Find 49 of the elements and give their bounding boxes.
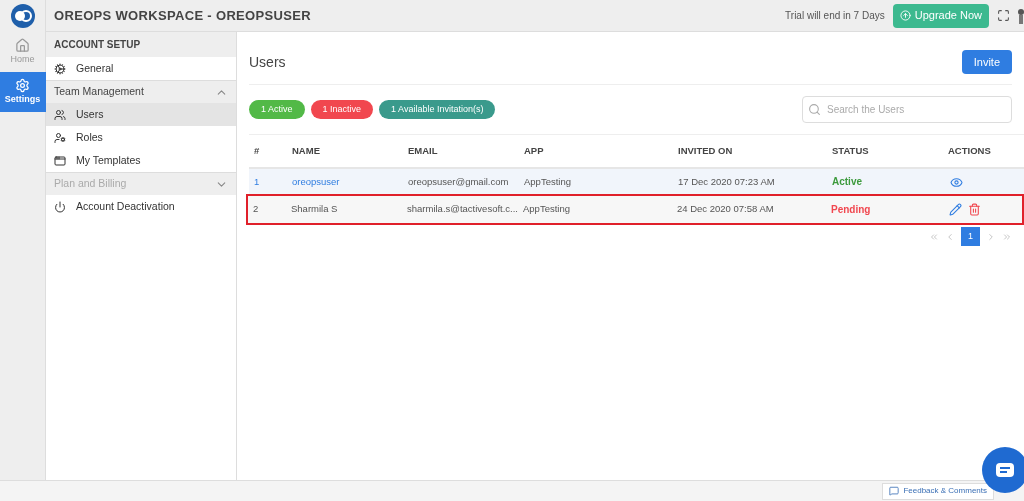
gear-icon [54,62,66,75]
feedback-button[interactable]: Feedback & Comments [882,482,994,500]
table-cell-text: 2 [253,202,260,217]
table-cell-text: AppTesting [523,202,571,217]
count-badge: 1 Inactive [310,99,374,120]
sidebar-heading: ACCOUNT SETUP [46,32,236,57]
trash-icon[interactable] [968,203,981,216]
table-cell-text: 24 Dec 2020 07:58 AM [677,202,775,217]
table-cell-text: sharmila.s@tactivesoft.c... [407,202,519,217]
table-cell-text: oreopsuser@gmail.com [408,174,510,189]
column-header: INVITED ON [678,143,734,158]
count-badge: 1 Active [249,99,305,120]
status-text: Active [832,176,862,188]
sidebar-section[interactable]: Team Management [46,80,236,103]
window-title: OREOPS WORKSPACE - OREOPSUSER [54,6,311,25]
column-header: # [254,143,261,158]
settings-icon [15,77,30,93]
trial-text: Trial will end in 7 Days [785,9,885,23]
pencil-icon[interactable] [949,203,962,216]
status-text: Pending [831,203,871,215]
rail-tab[interactable]: Settings [0,72,46,112]
sidebar-item[interactable]: Users [46,103,236,126]
count-badge: 1 Available Invitation(s) [379,99,496,120]
home-icon [15,37,30,53]
table-cell-text: 17 Dec 2020 07:23 AM [678,174,776,189]
comment-icon [889,486,900,496]
column-header: NAME [292,143,321,158]
name-link[interactable]: Sharmila S [291,202,407,217]
users-icon [54,108,66,121]
name-link[interactable]: oreopsuser [292,174,408,190]
table-cell-text: AppTesting [524,174,572,189]
table-cell-text: 1 [254,174,261,189]
user-gear-icon [54,131,66,144]
search-icon [808,103,821,116]
column-header: APP [524,143,545,158]
invite-button[interactable]: Invite [961,50,1012,74]
page-button[interactable]: 1 [961,227,980,246]
logo-icon [9,3,36,29]
chat-icon [996,463,1014,477]
window-icon [54,154,66,167]
column-header: ACTIONS [948,143,992,158]
column-header: STATUS [832,143,870,158]
upgrade-icon [899,10,911,21]
fullscreen-icon[interactable] [997,9,1010,22]
column-header: EMAIL [408,143,439,158]
eye-icon[interactable] [950,175,963,189]
power-icon [54,200,66,213]
search-field[interactable]: Search the Users [802,96,1012,123]
page-title: Users [249,52,287,72]
